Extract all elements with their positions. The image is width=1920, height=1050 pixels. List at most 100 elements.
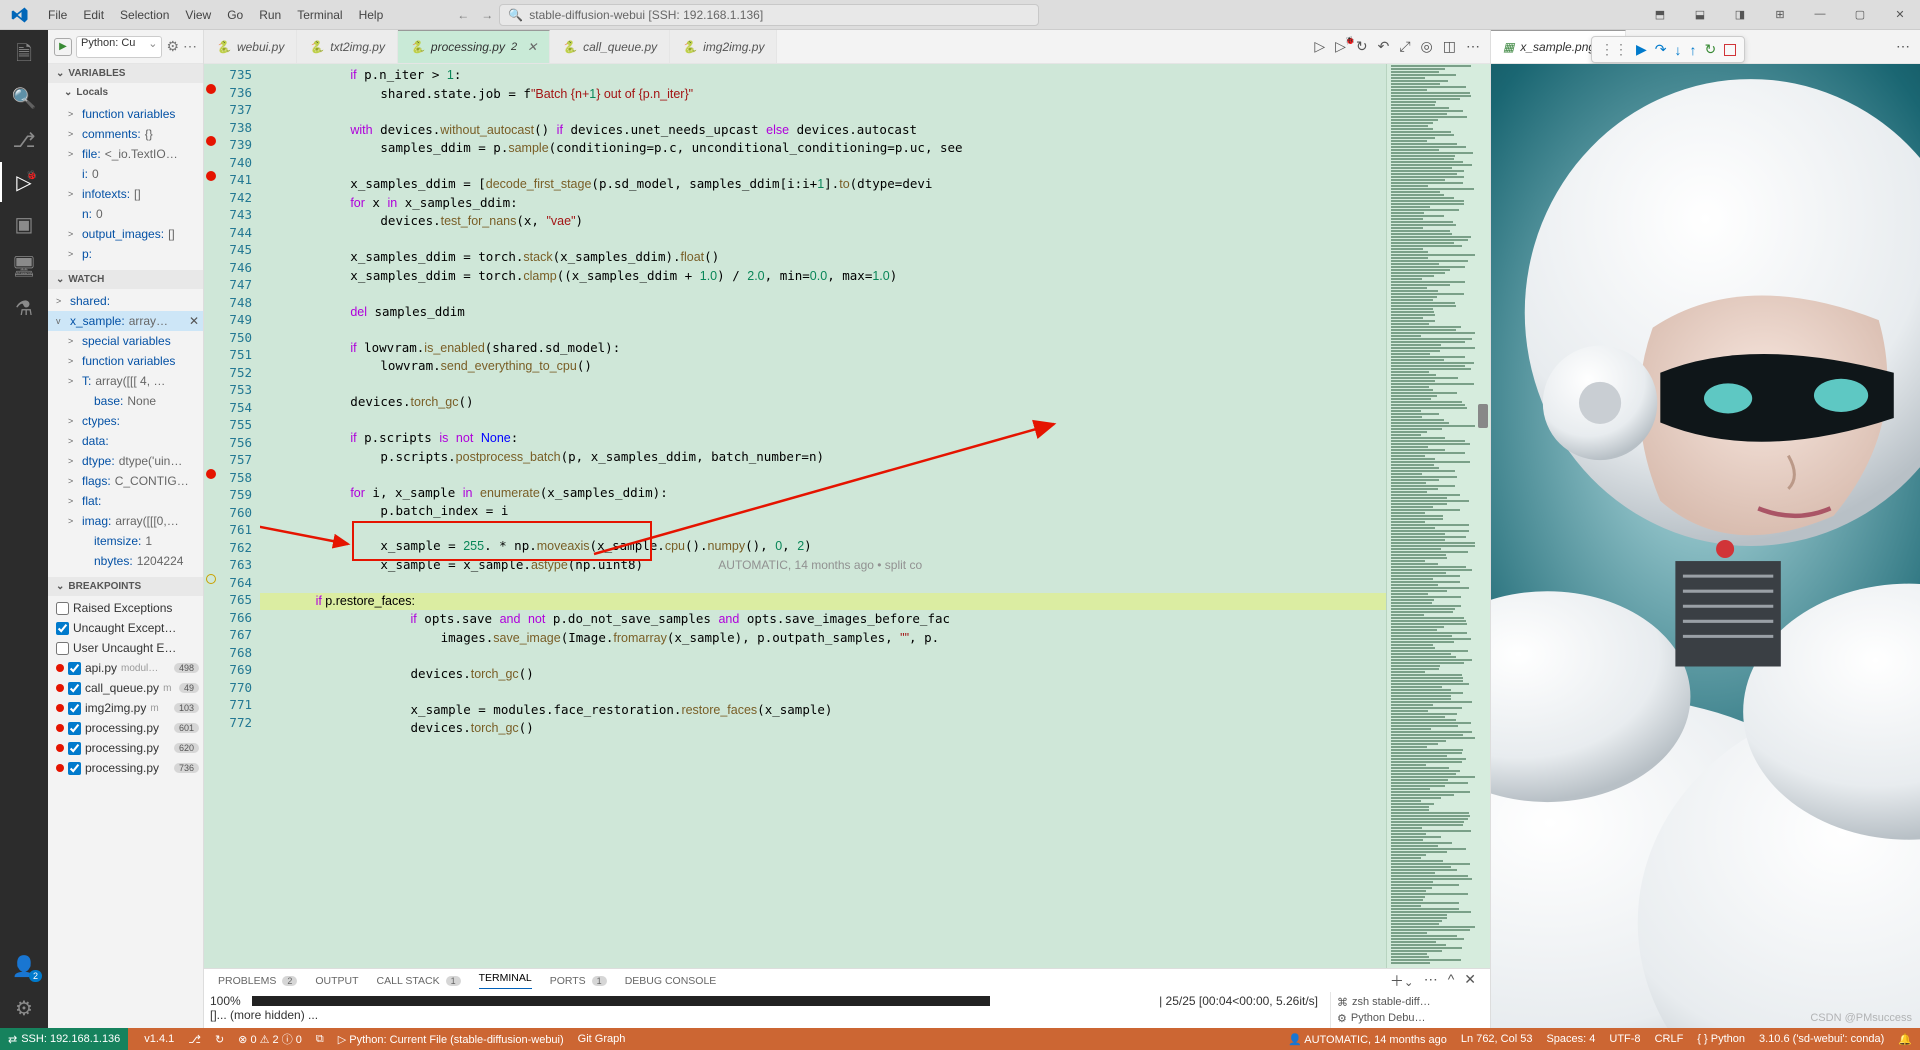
bp-checkbox[interactable] <box>68 702 81 715</box>
bp-checkbox[interactable] <box>68 742 81 755</box>
bp-file-row[interactable]: processing.py 736 <box>48 758 203 778</box>
menu-run[interactable]: Run <box>251 8 289 22</box>
image-preview[interactable] <box>1491 64 1920 1028</box>
more-icon[interactable]: ⋯ <box>1466 38 1480 55</box>
status-blame[interactable]: 👤 AUTOMATIC, 14 months ago <box>1288 1033 1447 1046</box>
minimap[interactable] <box>1386 64 1476 968</box>
watch-remove-icon[interactable]: ✕ <box>189 314 199 328</box>
var-row[interactable]: >infotexts: [] <box>48 184 203 204</box>
watch-row[interactable]: >imag: array([[[0,… <box>48 511 203 531</box>
variables-header[interactable]: ⌄VARIABLES <box>48 64 203 83</box>
var-row[interactable]: >p: <box>48 244 203 264</box>
revert-icon[interactable]: ↶ <box>1378 38 1390 55</box>
activity-search-icon[interactable]: 🔍 <box>0 78 48 118</box>
debug-settings-icon[interactable]: ⚙ <box>166 38 179 55</box>
layout-custom-icon[interactable]: ⊞ <box>1760 8 1800 21</box>
status-port[interactable]: ⧉ <box>316 1033 324 1046</box>
status-encoding[interactable]: UTF-8 <box>1609 1033 1640 1045</box>
status-eol[interactable]: CRLF <box>1655 1033 1684 1045</box>
activity-settings-icon[interactable]: ⚙ <box>0 988 48 1028</box>
var-row[interactable]: >file: <_io.TextIO… <box>48 144 203 164</box>
nav-forward-icon[interactable]: → <box>475 8 499 22</box>
new-terminal-icon[interactable]: ＋⌄ <box>1390 971 1414 991</box>
watch-row[interactable]: >dtype: dtype('uin… <box>48 451 203 471</box>
bp-checkbox[interactable] <box>56 602 69 615</box>
watch-header[interactable]: ⌄WATCH <box>48 270 203 289</box>
image-more-icon[interactable]: ⋯ <box>1896 38 1910 55</box>
status-git-graph[interactable]: Git Graph <box>578 1033 626 1045</box>
tab-close-icon[interactable]: ✕ <box>527 40 537 54</box>
layout-left-icon[interactable]: ⬒ <box>1640 8 1680 21</box>
bp-exception-row[interactable]: User Uncaught E… <box>48 638 203 658</box>
window-maximize-icon[interactable]: ▢ <box>1840 8 1880 21</box>
terminal-body[interactable]: 100% | 25/25 [00:04<00:00, 5.26it/s] [].… <box>204 992 1490 1028</box>
activity-remote-icon[interactable]: 🖥 <box>0 246 48 286</box>
status-spaces[interactable]: Spaces: 4 <box>1546 1033 1595 1045</box>
debug-config-select[interactable]: Python: Cu ⌄ <box>76 36 162 58</box>
status-cursor[interactable]: Ln 762, Col 53 <box>1461 1033 1533 1045</box>
menu-view[interactable]: View <box>177 8 219 22</box>
watch-row[interactable]: >T: array([[[ 4, … <box>48 371 203 391</box>
run-icon[interactable]: ▷ <box>1314 38 1325 55</box>
watch-row[interactable]: >flags: C_CONTIG… <box>48 471 203 491</box>
watch-row[interactable]: nbytes: 1204224 <box>48 551 203 571</box>
panel-tab[interactable]: DEBUG CONSOLE <box>625 975 717 987</box>
nav-back-icon[interactable]: ← <box>451 8 475 22</box>
terminal-entry[interactable]: ⌘zsh stable-diff… <box>1337 994 1484 1010</box>
line-gutter[interactable]: 735 736 737 738 739 740 741 742 743 744 … <box>204 64 260 968</box>
target-icon[interactable]: ◎ <box>1421 38 1433 55</box>
watch-row[interactable]: >ctypes: <box>48 411 203 431</box>
panel-tab[interactable]: PROBLEMS2 <box>218 975 297 987</box>
watch-row[interactable]: base: None <box>48 391 203 411</box>
scrollbar[interactable] <box>1476 64 1490 968</box>
panel-tab[interactable]: TERMINAL <box>479 972 532 989</box>
bp-exception-row[interactable]: Raised Exceptions <box>48 598 203 618</box>
menu-terminal[interactable]: Terminal <box>289 8 350 22</box>
bp-checkbox[interactable] <box>68 722 81 735</box>
status-sync[interactable]: ↻ <box>215 1033 224 1046</box>
panel-tab[interactable]: CALL STACK1 <box>377 975 461 987</box>
terminal-entry[interactable]: ⚙Python Debu… <box>1337 1010 1484 1026</box>
var-row[interactable]: >output_images: [] <box>48 224 203 244</box>
activity-debug-icon[interactable]: ▷🐞 <box>0 162 48 202</box>
debug-more-icon[interactable]: ⋯ <box>183 38 197 55</box>
activity-explorer-icon[interactable]: 🗎 <box>0 36 48 76</box>
menu-edit[interactable]: Edit <box>75 8 112 22</box>
toolbar-grip-icon[interactable]: ⋮⋮ <box>1600 41 1628 58</box>
status-interpreter[interactable]: 3.10.6 ('sd-webui': conda) <box>1759 1033 1884 1045</box>
bp-exception-row[interactable]: Uncaught Except… <box>48 618 203 638</box>
status-debug-target[interactable]: ▷ Python: Current File (stable-diffusion… <box>338 1033 564 1046</box>
diff-icon[interactable]: ⤢ <box>1399 38 1410 55</box>
menu-file[interactable]: File <box>40 8 75 22</box>
watch-row[interactable]: itemsize: 1 <box>48 531 203 551</box>
watch-row[interactable]: >function variables <box>48 351 203 371</box>
debug-run-icon[interactable]: ▷🐞 <box>1335 38 1346 55</box>
debug-floating-toolbar[interactable]: ⋮⋮ ▶ ↷ ↓ ↑ ↻ <box>1591 36 1745 63</box>
bp-file-row[interactable]: api.py modul…498 <box>48 658 203 678</box>
panel-tab[interactable]: PORTS1 <box>550 975 607 987</box>
window-minimize-icon[interactable]: — <box>1800 8 1840 21</box>
var-row[interactable]: >comments: {} <box>48 124 203 144</box>
bp-file-row[interactable]: processing.py 620 <box>48 738 203 758</box>
layout-right-icon[interactable]: ◨ <box>1720 8 1760 21</box>
bp-checkbox[interactable] <box>68 762 81 775</box>
menu-go[interactable]: Go <box>219 8 251 22</box>
watch-row[interactable]: >special variables <box>48 331 203 351</box>
breakpoints-header[interactable]: ⌄BREAKPOINTS <box>48 577 203 596</box>
status-notifications-icon[interactable]: 🔔 <box>1898 1033 1912 1046</box>
scrollbar-thumb[interactable] <box>1478 404 1488 428</box>
watch-row[interactable]: >shared: <box>48 291 203 311</box>
panel-tab[interactable]: OUTPUT <box>315 975 358 987</box>
stop-debug-icon[interactable] <box>1724 44 1736 56</box>
var-row[interactable]: n: 0 <box>48 204 203 224</box>
bp-checkbox[interactable] <box>56 642 69 655</box>
editor-tab[interactable]: 🐍txt2img.py <box>297 30 398 63</box>
editor-tab[interactable]: 🐍call_queue.py <box>550 30 670 63</box>
window-close-icon[interactable]: ✕ <box>1880 8 1920 21</box>
watch-row[interactable]: vx_sample: array…✕ <box>48 311 203 331</box>
panel-close-icon[interactable]: ✕ <box>1464 971 1476 991</box>
activity-account-icon[interactable]: 👤2 <box>0 946 48 986</box>
status-remote[interactable]: ⇄ SSH: 192.168.1.136 <box>0 1028 128 1050</box>
terminal-output[interactable]: 100% | 25/25 [00:04<00:00, 5.26it/s] [].… <box>204 992 1330 1028</box>
editor-tab[interactable]: 🐍img2img.py <box>670 30 777 63</box>
